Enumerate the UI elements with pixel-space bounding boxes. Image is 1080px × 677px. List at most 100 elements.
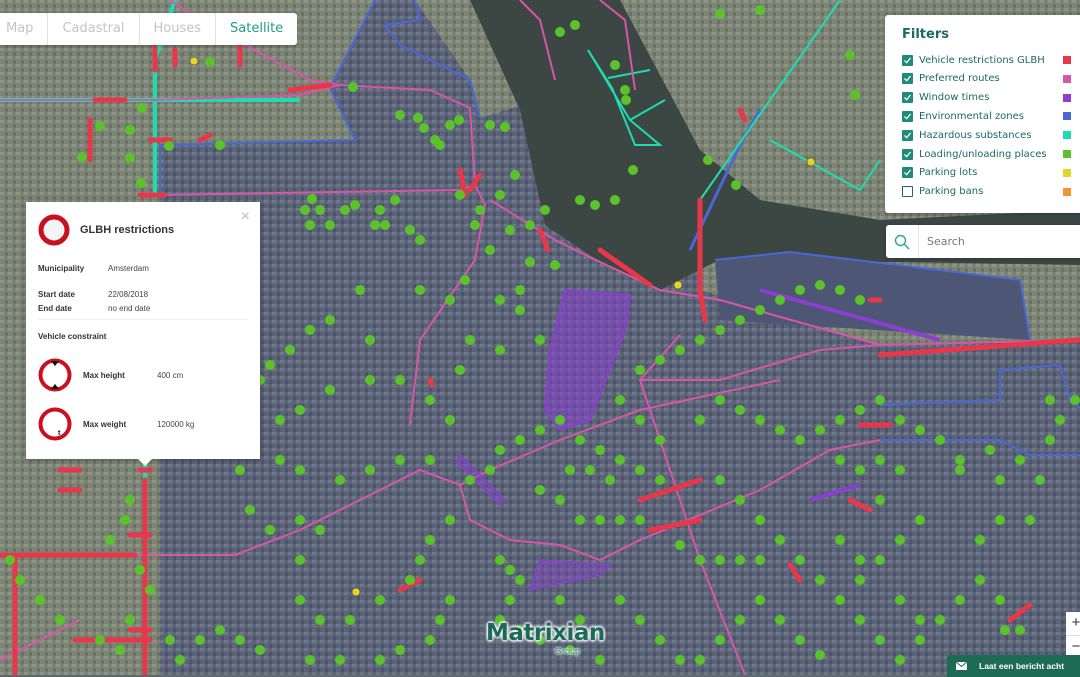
tab-satellite[interactable]: Satellite: [216, 13, 297, 45]
filter-item[interactable]: Parking lots: [902, 165, 1080, 181]
checkbox-checked[interactable]: [902, 148, 913, 160]
loading-place-marker: [715, 325, 725, 335]
loading-place-marker: [425, 535, 435, 545]
loading-place-marker: [1000, 625, 1010, 635]
loading-place-marker: [445, 295, 455, 305]
loading-place-marker: [215, 625, 225, 635]
loading-place-marker: [515, 435, 525, 445]
matrixian-logo: Matrixian Group: [486, 620, 605, 658]
filter-item[interactable]: Preferred routes: [902, 71, 1080, 87]
filter-item[interactable]: Hazardous substances: [902, 127, 1080, 143]
loading-place-marker: [755, 415, 765, 425]
loading-place-marker: [755, 595, 765, 605]
loading-place-marker: [425, 395, 435, 405]
loading-place-marker: [375, 205, 385, 215]
loading-place-marker: [355, 285, 365, 295]
loading-place-marker: [135, 565, 145, 575]
loading-place-marker: [695, 415, 705, 425]
tab-map[interactable]: Map: [0, 13, 49, 45]
search-input[interactable]: [925, 234, 1069, 249]
loading-place-marker: [615, 515, 625, 525]
filter-item[interactable]: Window times: [902, 90, 1080, 106]
loading-place-marker: [465, 475, 475, 485]
loading-place-marker: [485, 120, 495, 130]
filter-color-swatch: [1063, 150, 1071, 158]
checkbox-checked[interactable]: [902, 73, 913, 85]
loading-place-marker: [615, 595, 625, 605]
filter-item[interactable]: Parking bans: [902, 184, 1080, 200]
checkbox-checked[interactable]: [902, 167, 913, 179]
filter-item[interactable]: Loading/unloading places: [902, 146, 1080, 162]
loading-place-marker: [855, 295, 865, 305]
close-icon[interactable]: ×: [241, 208, 250, 226]
filter-item[interactable]: Environmental zones: [902, 108, 1080, 124]
loading-place-marker: [1015, 625, 1025, 635]
loading-place-marker: [136, 178, 146, 188]
loading-place-marker: [325, 385, 335, 395]
filter-label: Parking bans: [919, 186, 984, 198]
loading-place-marker: [445, 120, 455, 130]
loading-place-marker: [460, 275, 470, 285]
zoom-in-button[interactable]: +: [1066, 612, 1080, 636]
loading-place-marker: [895, 655, 905, 665]
loading-place-marker: [305, 220, 315, 230]
loading-place-marker: [621, 95, 631, 105]
loading-place-marker: [815, 425, 825, 435]
tab-cadastral[interactable]: Cadastral: [48, 13, 140, 45]
loading-place-marker: [335, 475, 345, 485]
loading-place-marker: [295, 555, 305, 565]
loading-place-marker: [300, 205, 310, 215]
loading-place-marker: [470, 220, 480, 230]
search-icon[interactable]: [886, 225, 919, 258]
loading-place-marker: [1025, 515, 1035, 525]
loading-place-marker: [325, 315, 335, 325]
loading-place-marker: [275, 415, 285, 425]
loading-place-marker: [703, 155, 713, 165]
checkbox-checked[interactable]: [902, 54, 913, 66]
max-height-value: 400 cm: [157, 371, 184, 380]
filter-color-swatch: [1063, 112, 1071, 121]
loading-place-marker: [955, 465, 965, 475]
max-weight-sign-icon: t: [38, 407, 72, 441]
checkbox-checked[interactable]: [902, 92, 913, 104]
loading-place-marker: [77, 152, 87, 162]
max-weight-value: 120000 kg: [157, 420, 195, 429]
loading-place-marker: [895, 535, 905, 545]
loading-place-marker: [985, 445, 995, 455]
loading-place-marker: [1055, 415, 1065, 425]
loading-place-marker: [655, 475, 665, 485]
checkbox-checked[interactable]: [902, 129, 913, 141]
loading-place-marker: [165, 635, 175, 645]
loading-place-marker: [455, 190, 465, 200]
loading-place-marker: [413, 113, 423, 123]
loading-place-marker: [735, 615, 745, 625]
filter-item[interactable]: Vehicle restrictions GLBH: [902, 52, 1080, 68]
loading-place-marker: [955, 455, 965, 465]
loading-place-marker: [835, 415, 845, 425]
filter-label: Vehicle restrictions GLBH: [919, 54, 1045, 66]
loading-place-marker: [735, 555, 745, 565]
tab-houses[interactable]: Houses: [140, 13, 217, 45]
logo-name: Matrixian: [486, 620, 605, 646]
loading-place-marker: [495, 555, 505, 565]
loading-place-marker: [365, 465, 375, 475]
loading-place-marker: [505, 565, 515, 575]
checkbox-unchecked[interactable]: [902, 186, 913, 198]
loading-place-marker: [895, 465, 905, 475]
loading-place-marker: [855, 405, 865, 415]
loading-place-marker: [735, 495, 745, 505]
loading-place-marker: [125, 153, 135, 163]
checkbox-checked[interactable]: [902, 110, 913, 122]
loading-place-marker: [465, 335, 475, 345]
loading-place-marker: [875, 635, 885, 645]
loading-place-marker: [775, 615, 785, 625]
loading-place-marker: [525, 257, 535, 267]
loading-place-marker: [635, 415, 645, 425]
loading-place-marker: [235, 465, 245, 475]
parking-lot-marker: [189, 56, 199, 66]
leave-message-button[interactable]: Laat een bericht acht: [947, 655, 1080, 677]
loading-place-marker: [895, 415, 905, 425]
filters-panel: Filters Vehicle restrictions GLBH Preferr…: [885, 15, 1080, 213]
loading-place-marker: [935, 615, 945, 625]
loading-place-marker: [350, 200, 360, 210]
